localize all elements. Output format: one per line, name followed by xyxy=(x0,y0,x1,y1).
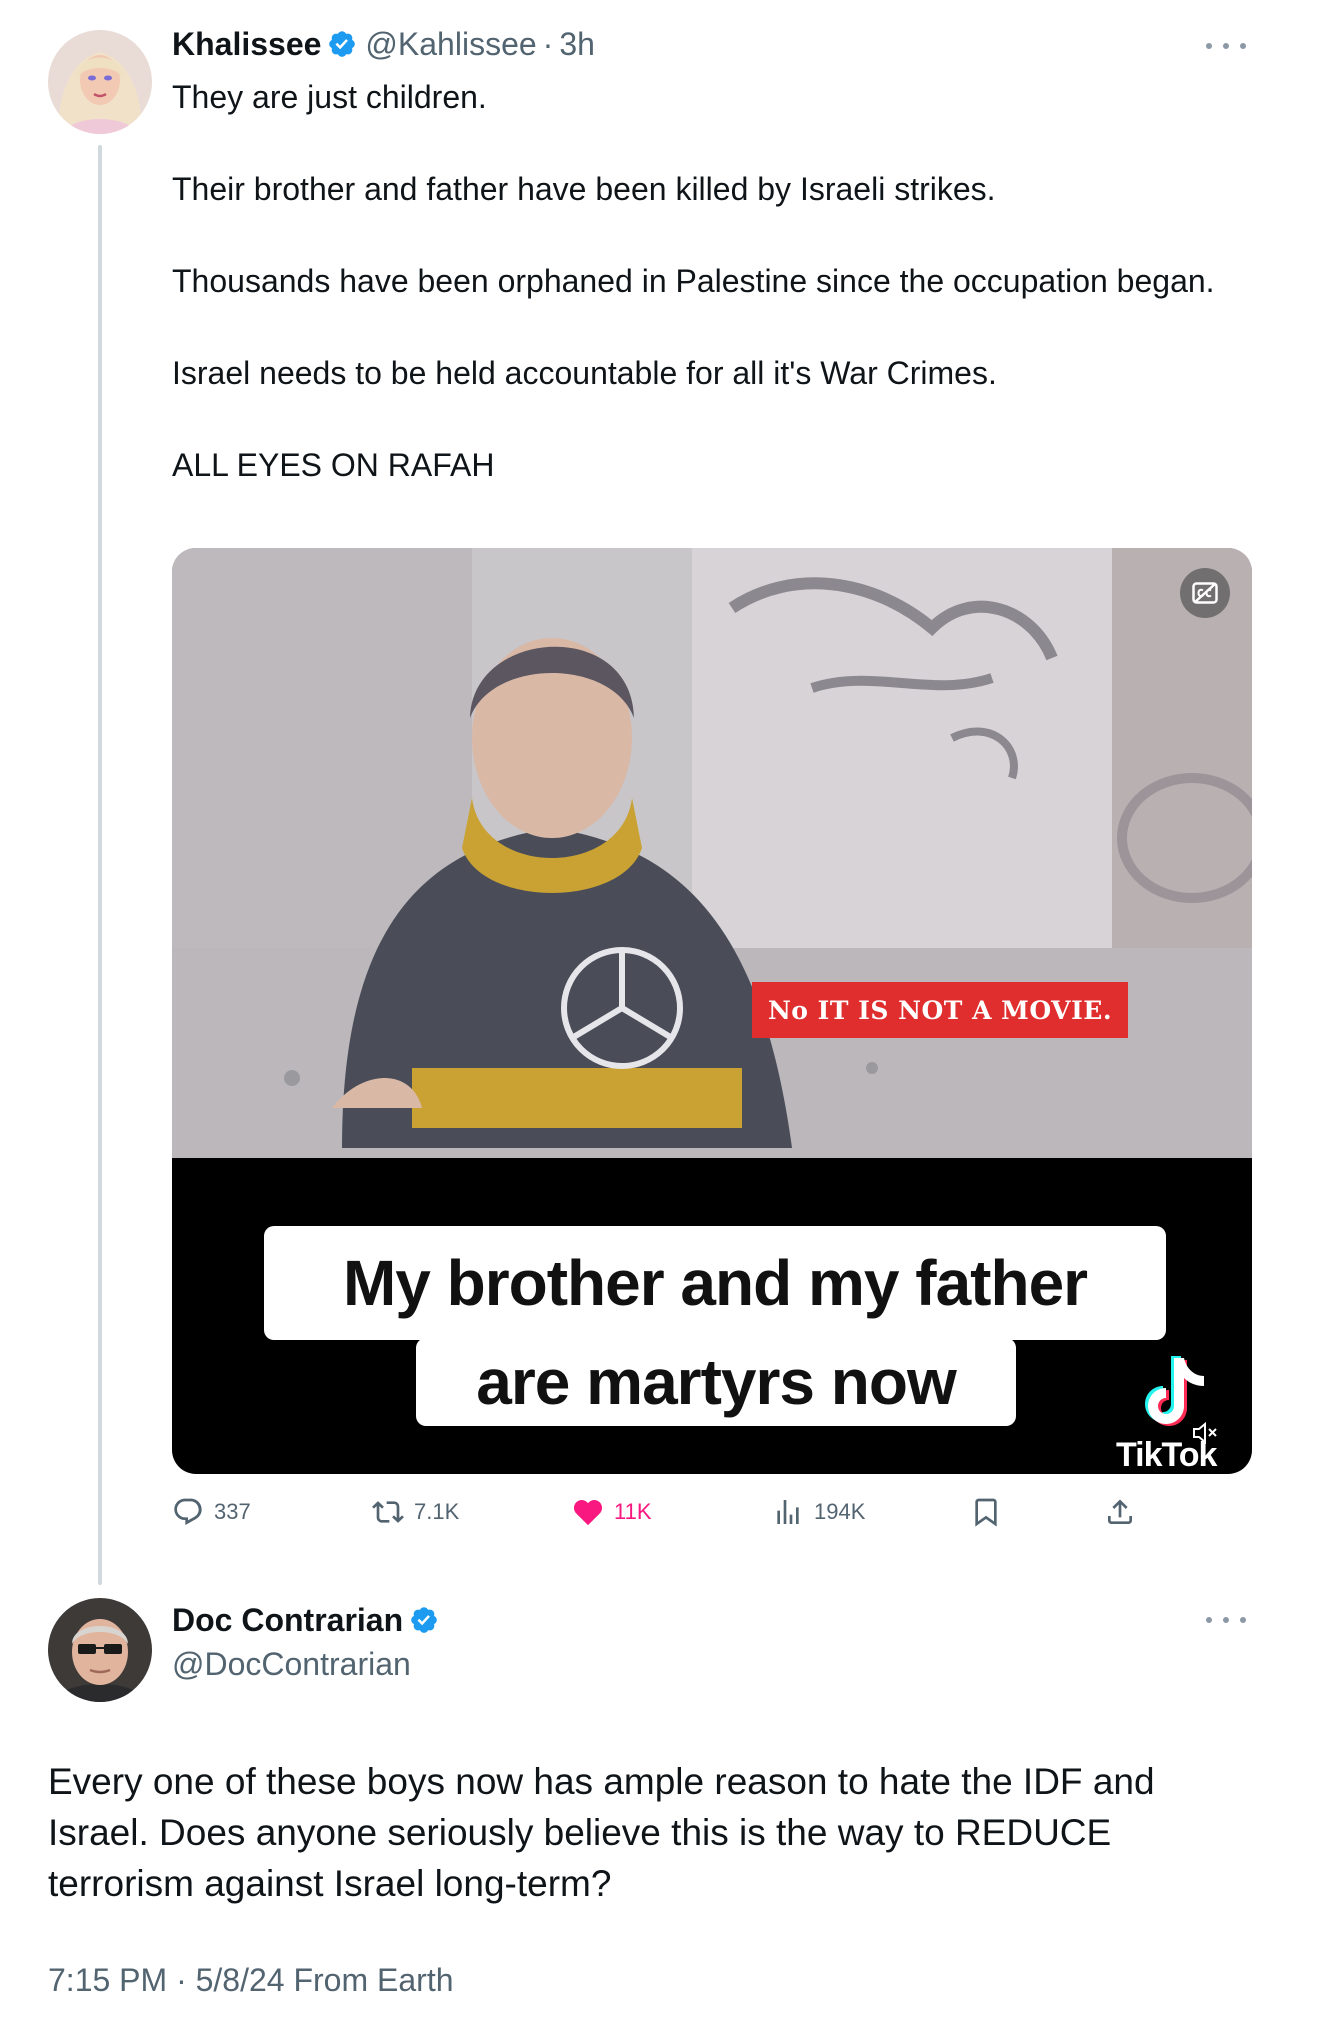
tweet-paragraph: Their brother and father have been kille… xyxy=(172,171,996,207)
tweet-paragraph: ALL EYES ON RAFAH xyxy=(172,447,495,483)
tweet-paragraph: They are just children. xyxy=(172,79,487,115)
more-icon[interactable] xyxy=(1206,1610,1246,1630)
like-button[interactable]: 11K xyxy=(572,1492,652,1532)
video-frame xyxy=(172,548,1252,1158)
more-icon[interactable] xyxy=(1206,36,1246,56)
captions-icon[interactable] xyxy=(1180,568,1230,618)
bookmark-button[interactable] xyxy=(970,1492,1012,1532)
tweet1-body: They are just children. Their brother an… xyxy=(172,74,1252,534)
like-count: 11K xyxy=(614,1499,652,1524)
tweet-paragraph: Thousands have been orphaned in Palestin… xyxy=(172,263,1215,299)
views-button[interactable]: 194K xyxy=(772,1492,865,1532)
video-caption-line2: are martyrs now xyxy=(416,1338,1016,1426)
reply-button[interactable]: 337 xyxy=(172,1492,251,1532)
tweet2-body: Every one of these boys now has ample re… xyxy=(48,1761,1155,1904)
share-icon xyxy=(1108,1499,1132,1524)
time-ago[interactable]: 3h xyxy=(559,26,595,63)
tiktok-watermark: TikTok xyxy=(1116,1436,1217,1474)
author-handle[interactable]: @DocContrarian xyxy=(172,1644,447,1684)
tweet-paragraph: Israel needs to be held accountable for … xyxy=(172,355,997,391)
author-name[interactable]: Doc Contrarian xyxy=(172,1602,403,1639)
bookmark-icon xyxy=(975,1498,997,1527)
thread-connector-line xyxy=(98,145,102,1585)
verified-badge-icon xyxy=(411,1607,437,1633)
author-handle[interactable]: @Kahlissee xyxy=(365,26,536,63)
separator: · xyxy=(542,25,554,62)
tweet2-header: Doc Contrarian @DocContrarian xyxy=(172,1600,447,1684)
share-button[interactable] xyxy=(1104,1492,1146,1532)
tweet2-timestamp[interactable]: 7:15 PM · 5/8/24 From Earth xyxy=(48,1962,454,1999)
verified-badge-icon xyxy=(329,31,356,57)
repost-icon xyxy=(372,1501,404,1523)
tweet1-action-bar: 337 7.1K 11K 194K xyxy=(172,1492,1172,1532)
reply-icon xyxy=(174,1498,202,1526)
views-icon xyxy=(777,1500,799,1524)
repost-button[interactable]: 7.1K xyxy=(372,1492,459,1532)
video-banner-text: No IT IS NOT A MOVIE. xyxy=(752,982,1128,1038)
tweet1-header: Khalissee @Kahlissee · 3h xyxy=(172,24,595,64)
repost-count: 7.1K xyxy=(414,1499,460,1524)
heart-icon xyxy=(573,1500,603,1526)
video-player[interactable]: No IT IS NOT A MOVIE. My brother and my … xyxy=(172,548,1252,1474)
reply-count: 337 xyxy=(214,1499,251,1524)
avatar-doccontrarian[interactable] xyxy=(48,1598,152,1702)
views-count: 194K xyxy=(814,1499,866,1524)
avatar-khalissee[interactable] xyxy=(48,30,152,134)
author-name[interactable]: Khalissee xyxy=(172,26,321,63)
video-caption-line1: My brother and my father xyxy=(264,1226,1166,1340)
